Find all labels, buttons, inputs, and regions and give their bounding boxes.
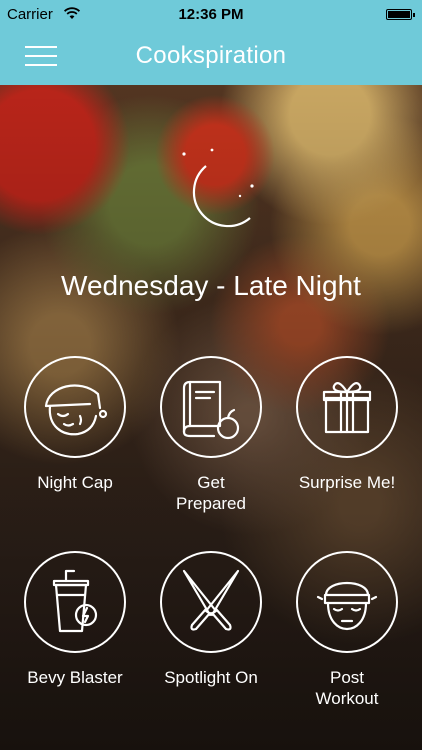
- tile-label: Night Cap: [37, 473, 113, 492]
- tile-night-cap[interactable]: Night Cap: [5, 356, 145, 493]
- top-bar: Carrier 12:36 PM Cookspiration: [0, 0, 422, 85]
- tile-bevy-blaster[interactable]: Bevy Blaster: [5, 551, 145, 688]
- sleeping-face-icon: [44, 384, 108, 436]
- tile-label: Post Workout: [315, 668, 379, 708]
- tile-circle: [160, 551, 262, 653]
- energy-drink-icon: [52, 569, 98, 633]
- gift-icon: [322, 382, 372, 434]
- tile-label: Get Prepared: [176, 473, 246, 513]
- tile-label: Spotlight On: [164, 668, 258, 687]
- navigation-bar: Cookspiration: [0, 30, 422, 85]
- battery-level-fill: [388, 11, 410, 18]
- status-bar: Carrier 12:36 PM: [0, 0, 422, 30]
- clock: 12:36 PM: [178, 6, 244, 23]
- tile-circle: [24, 551, 126, 653]
- daypart-subtitle: Wednesday - Late Night: [61, 270, 361, 301]
- tile-post-workout[interactable]: Post Workout: [277, 551, 417, 709]
- tile-circle: [160, 356, 262, 458]
- tile-circle: [296, 551, 398, 653]
- app-title: Cookspiration: [135, 42, 287, 69]
- tile-spotlight-on[interactable]: Spotlight On: [141, 551, 281, 688]
- tile-circle: [24, 356, 126, 458]
- tile-surprise-me[interactable]: Surprise Me!: [277, 356, 417, 493]
- book-apple-icon: [182, 380, 240, 440]
- tile-label: Surprise Me!: [298, 473, 396, 492]
- headband-face-icon: [316, 582, 378, 631]
- moon-icon: [182, 148, 254, 228]
- tile-get-prepared[interactable]: Get Prepared: [141, 356, 281, 514]
- battery-icon: [386, 9, 415, 20]
- crossed-knives-icon: [182, 569, 240, 631]
- tile-label: Bevy Blaster: [27, 668, 123, 687]
- tile-circle: [296, 356, 398, 458]
